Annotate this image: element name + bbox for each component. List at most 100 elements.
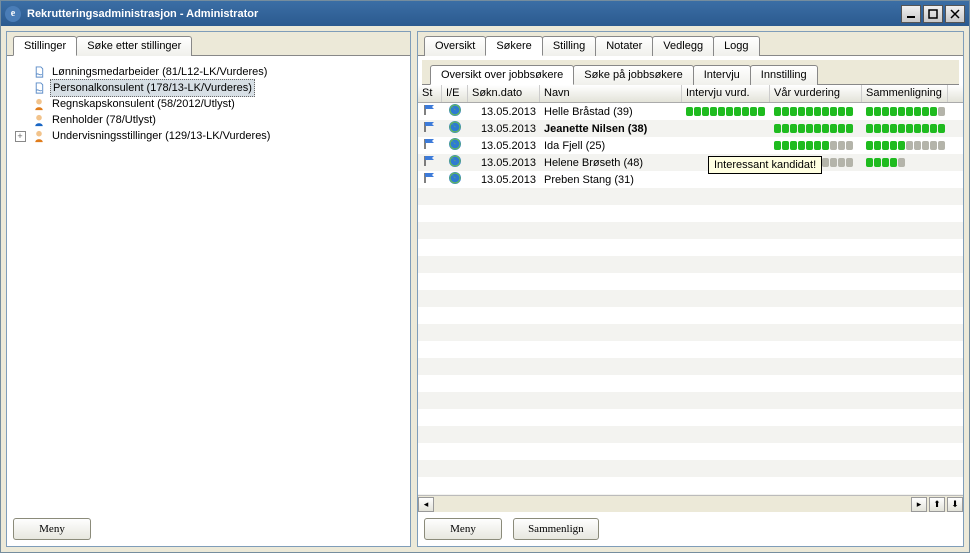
app-window: e Rekrutteringsadministrasjon - Administ… xyxy=(0,0,970,553)
rating xyxy=(866,124,945,133)
tree-item-icon xyxy=(31,113,47,127)
expand-icon[interactable]: + xyxy=(15,131,26,142)
grid-body-container: StI/ESøkn.datoNavnIntervju vurd.Vår vurd… xyxy=(418,85,963,495)
table-row[interactable] xyxy=(418,273,963,290)
sort-desc-button[interactable]: ⬇ xyxy=(947,497,963,512)
table-row[interactable] xyxy=(418,239,963,256)
subtab-2[interactable]: Intervju xyxy=(693,65,751,85)
scroll-track[interactable] xyxy=(434,497,911,512)
globe-icon xyxy=(448,171,462,188)
rating xyxy=(866,158,905,167)
scroll-left-button[interactable]: ◂ xyxy=(418,497,434,512)
column-header[interactable]: I/E xyxy=(442,85,468,102)
scroll-right-button[interactable]: ▸ xyxy=(911,497,927,512)
horizontal-scrollbar[interactable]: ◂ ▸ ⬆ ⬇ xyxy=(418,495,963,512)
position-tree[interactable]: Lønningsmedarbeider (81/L12-LK/Vurderes)… xyxy=(11,60,406,148)
tree-item[interactable]: Lønningsmedarbeider (81/L12-LK/Vurderes) xyxy=(13,64,404,80)
cell-name: Ida Fjell (25) xyxy=(540,137,682,154)
left-footer: Meny xyxy=(7,512,410,546)
subtab-3[interactable]: Innstilling xyxy=(750,65,818,85)
table-row[interactable]: 13.05.2013Preben Stang (31) xyxy=(418,171,963,188)
right-tab-3[interactable]: Notater xyxy=(595,36,653,56)
table-row[interactable] xyxy=(418,409,963,426)
table-row[interactable] xyxy=(418,341,963,358)
cell-date: 13.05.2013 xyxy=(468,103,540,120)
flag-icon xyxy=(423,155,437,170)
flag-icon xyxy=(423,104,437,119)
sort-asc-button[interactable]: ⬆ xyxy=(929,497,945,512)
right-menu-button[interactable]: Meny xyxy=(424,518,502,540)
right-tab-1[interactable]: Søkere xyxy=(485,36,542,56)
table-row[interactable]: 13.05.2013Helene Brøseth (48) xyxy=(418,154,963,171)
column-header[interactable]: Navn xyxy=(540,85,682,102)
table-row[interactable] xyxy=(418,324,963,341)
tree-item[interactable]: Regnskapskonsulent (58/2012/Utlyst) xyxy=(13,96,404,112)
right-tab-0[interactable]: Oversikt xyxy=(424,36,486,56)
table-row[interactable] xyxy=(418,358,963,375)
right-tab-2[interactable]: Stilling xyxy=(542,36,596,56)
right-tabs: OversiktSøkereStillingNotaterVedleggLogg xyxy=(418,32,963,56)
table-row[interactable] xyxy=(418,392,963,409)
left-menu-button[interactable]: Meny xyxy=(13,518,91,540)
flag-icon xyxy=(423,138,437,153)
tree-item-icon xyxy=(31,97,47,111)
minimize-button[interactable] xyxy=(901,5,921,23)
left-tab-1[interactable]: Søke etter stillinger xyxy=(76,36,192,56)
cell-name: Helle Bråstad (39) xyxy=(540,103,682,120)
rating xyxy=(774,141,853,150)
tree-item[interactable]: Renholder (78/Utlyst) xyxy=(13,112,404,128)
rating xyxy=(774,107,853,116)
left-tab-0[interactable]: Stillinger xyxy=(13,36,77,56)
column-header[interactable]: Intervju vurd. xyxy=(682,85,770,102)
rating xyxy=(686,107,765,116)
table-row[interactable] xyxy=(418,188,963,205)
globe-icon xyxy=(448,103,462,120)
table-row[interactable] xyxy=(418,307,963,324)
cell-name: Preben Stang (31) xyxy=(540,171,682,188)
rating xyxy=(866,107,945,116)
table-row[interactable] xyxy=(418,205,963,222)
table-row[interactable]: 13.05.2013Ida Fjell (25) xyxy=(418,137,963,154)
table-row[interactable] xyxy=(418,290,963,307)
table-row[interactable]: 13.05.2013Jeanette Nilsen (38) xyxy=(418,120,963,137)
rating xyxy=(866,141,945,150)
column-header[interactable]: Vår vurdering xyxy=(770,85,862,102)
tree-item[interactable]: Personalkonsulent (178/13-LK/Vurderes) xyxy=(13,80,404,96)
compare-button[interactable]: Sammenlign xyxy=(513,518,599,540)
table-row[interactable] xyxy=(418,494,963,495)
column-header[interactable]: Sammenligning xyxy=(862,85,948,102)
grid-header[interactable]: StI/ESøkn.datoNavnIntervju vurd.Vår vurd… xyxy=(418,85,963,103)
titlebar[interactable]: e Rekrutteringsadministrasjon - Administ… xyxy=(1,1,969,26)
right-tab-4[interactable]: Vedlegg xyxy=(652,36,714,56)
applicant-grid: StI/ESøkn.datoNavnIntervju vurd.Vår vurd… xyxy=(418,85,963,495)
subtab-1[interactable]: Søke på jobbsøkere xyxy=(573,65,693,85)
table-row[interactable] xyxy=(418,375,963,392)
tree-item-label: Regnskapskonsulent (58/2012/Utlyst) xyxy=(50,96,237,112)
subtab-0[interactable]: Oversikt over jobbsøkere xyxy=(430,65,574,85)
tooltip: Interessant kandidat! xyxy=(708,156,822,174)
table-row[interactable]: 13.05.2013Helle Bråstad (39) xyxy=(418,103,963,120)
table-row[interactable] xyxy=(418,477,963,494)
column-header[interactable]: Søkn.dato xyxy=(468,85,540,102)
close-button[interactable] xyxy=(945,5,965,23)
table-row[interactable] xyxy=(418,443,963,460)
table-row[interactable] xyxy=(418,222,963,239)
right-footer: Meny Sammenlign xyxy=(418,512,963,546)
table-row[interactable] xyxy=(418,460,963,477)
rating xyxy=(774,124,853,133)
globe-icon xyxy=(448,120,462,137)
tree-item-label: Renholder (78/Utlyst) xyxy=(50,112,158,128)
right-panel: OversiktSøkereStillingNotaterVedleggLogg… xyxy=(417,31,964,547)
app-icon: e xyxy=(5,6,21,22)
flag-icon xyxy=(423,121,437,136)
right-tab-5[interactable]: Logg xyxy=(713,36,759,56)
column-header[interactable]: St xyxy=(418,85,442,102)
tree-item-icon xyxy=(31,65,47,79)
table-row[interactable] xyxy=(418,426,963,443)
tree-item[interactable]: + Undervisningsstillinger (129/13-LK/Vurd… xyxy=(13,128,404,144)
tree-item-label: Undervisningsstillinger (129/13-LK/Vurde… xyxy=(50,128,272,144)
table-row[interactable] xyxy=(418,256,963,273)
grid-rows[interactable]: 13.05.2013Helle Bråstad (39)13.05.2013Je… xyxy=(418,103,963,495)
maximize-button[interactable] xyxy=(923,5,943,23)
right-subtabs: Oversikt over jobbsøkereSøke på jobbsøke… xyxy=(422,60,959,85)
